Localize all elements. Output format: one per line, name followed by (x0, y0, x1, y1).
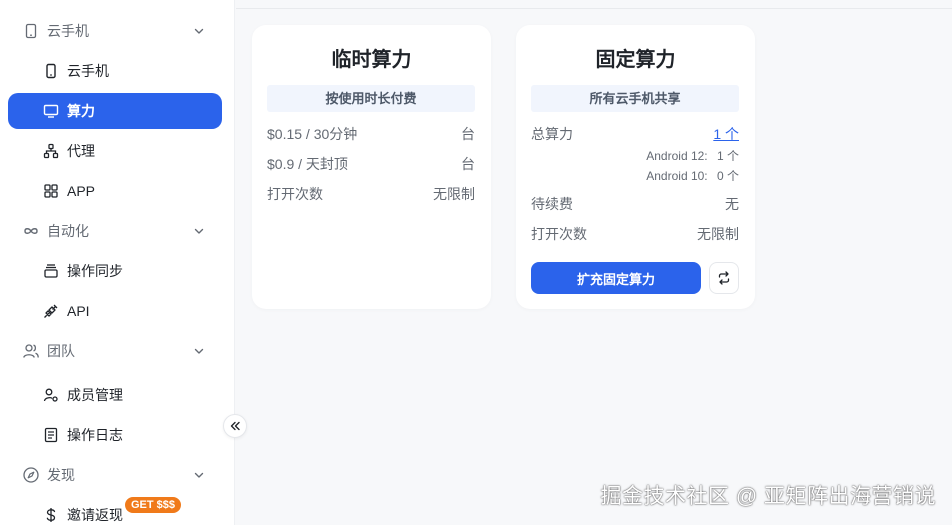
sidebar-item-label: API (67, 303, 90, 319)
renewal-label: 待续费 (531, 196, 573, 212)
sidebar-group-team[interactable]: 团队 (8, 333, 222, 369)
watermark: 掘金技术社区 @ 亚矩阵出海营销说 (600, 485, 936, 508)
sidebar-item-api[interactable]: API (8, 293, 222, 329)
dollar-icon (42, 506, 60, 524)
layers-icon (42, 262, 60, 280)
temporary-compute-card: 临时算力 按使用时长付费 $0.15 / 30分钟 台 $0.9 / 天封顶 台… (252, 25, 491, 309)
sidebar-item-members[interactable]: 成员管理 (8, 377, 222, 413)
android-10-count: Android 10: 0 个 (646, 167, 739, 183)
card-title: 临时算力 (331, 49, 412, 71)
price-row-30min: $0.15 / 30分钟 台 (267, 124, 475, 144)
refresh-icon (717, 271, 731, 285)
invite-promo-badge: GET $$$ (125, 497, 182, 513)
sidebar-item-label: 成员管理 (67, 387, 123, 403)
open-count-label: 打开次数 (531, 226, 587, 242)
chevron-down-icon (192, 344, 206, 358)
sidebar-item-label: 操作日志 (67, 427, 123, 443)
expand-fixed-compute-button[interactable]: 扩充固定算力 (531, 262, 701, 294)
card-title: 固定算力 (595, 49, 676, 71)
sidebar-group-label: 自动化 (47, 223, 89, 239)
renewal-row: 待续费 无 (531, 194, 739, 214)
open-count-row: 打开次数 无限制 (267, 184, 475, 204)
sidebar-item-label: 邀请返现 (67, 507, 123, 523)
users-icon (22, 342, 40, 360)
phone-outline-icon (22, 22, 40, 40)
open-count-value: 无限制 (697, 226, 739, 242)
sidebar-group-automation[interactable]: 自动化 (8, 213, 222, 249)
open-count-label: 打开次数 (267, 186, 323, 202)
compass-icon (22, 466, 40, 484)
sidebar-item-label: APP (67, 183, 96, 199)
sidebar-item-compute[interactable]: 算力 (8, 93, 222, 129)
price-unit: 台 (461, 156, 475, 172)
header-divider (236, 8, 952, 9)
sidebar-collapse-button[interactable] (223, 414, 247, 438)
android-version-value: 1 个 (716, 149, 739, 163)
shared-pill: 所有云手机共享 (531, 85, 739, 112)
sidebar-group-label: 团队 (47, 343, 75, 359)
sidebar-item-label: 操作同步 (67, 263, 123, 279)
smartphone-icon (42, 62, 60, 80)
fixed-compute-card: 固定算力 所有云手机共享 总算力 1 个 Android 12: 1 个 And… (516, 25, 755, 309)
refresh-button[interactable] (709, 262, 739, 294)
chevron-down-icon (192, 468, 206, 482)
price-label: $0.9 / 天封顶 (267, 156, 348, 172)
sidebar-group-label: 云手机 (47, 23, 89, 39)
sidebar-item-label: 云手机 (67, 63, 109, 79)
sidebar-group-discover[interactable]: 发现 (8, 457, 222, 493)
infinity-icon (22, 222, 40, 240)
sidebar-item-proxy[interactable]: 代理 (8, 133, 222, 169)
sidebar-item-invite[interactable]: 邀请返现 (8, 497, 222, 525)
sidebar-item-label: 代理 (67, 143, 95, 159)
monitor-icon (42, 102, 60, 120)
network-icon (42, 142, 60, 160)
price-unit: 台 (461, 126, 475, 142)
open-count-row: 打开次数 无限制 (531, 224, 739, 244)
android-version-value: 0 个 (716, 169, 739, 183)
sidebar-item-cloud-phone[interactable]: 云手机 (8, 53, 222, 89)
renewal-value: 无 (725, 196, 739, 212)
sidebar-group-cloud-phone[interactable]: 云手机 (8, 13, 222, 49)
android-version-label: Android 10: (646, 169, 708, 183)
price-label: $0.15 / 30分钟 (267, 126, 358, 142)
sidebar-item-sync[interactable]: 操作同步 (8, 253, 222, 289)
apps-grid-icon (42, 182, 60, 200)
double-chevron-left-icon (229, 420, 241, 432)
sidebar-item-label: 算力 (67, 103, 95, 119)
chevron-down-icon (192, 24, 206, 38)
sidebar: 云手机 云手机 算力 代理 APP 自动化 操作同步 API 团队 成员管理 操… (0, 0, 235, 525)
open-count-value: 无限制 (433, 186, 475, 202)
total-compute-link[interactable]: 1 个 (713, 124, 739, 144)
member-settings-icon (42, 386, 60, 404)
billing-mode-pill: 按使用时长付费 (267, 85, 475, 112)
sidebar-item-logs[interactable]: 操作日志 (8, 417, 222, 453)
android-12-count: Android 12: 1 个 (646, 147, 739, 163)
sidebar-item-app[interactable]: APP (8, 173, 222, 209)
total-compute-label: 总算力 (531, 126, 573, 142)
price-row-daily-cap: $0.9 / 天封顶 台 (267, 154, 475, 174)
total-compute-row: 总算力 1 个 (531, 124, 739, 144)
log-document-icon (42, 426, 60, 444)
plug-icon (42, 302, 60, 320)
sidebar-group-label: 发现 (47, 467, 75, 483)
chevron-down-icon (192, 224, 206, 238)
android-version-label: Android 12: (646, 149, 708, 163)
